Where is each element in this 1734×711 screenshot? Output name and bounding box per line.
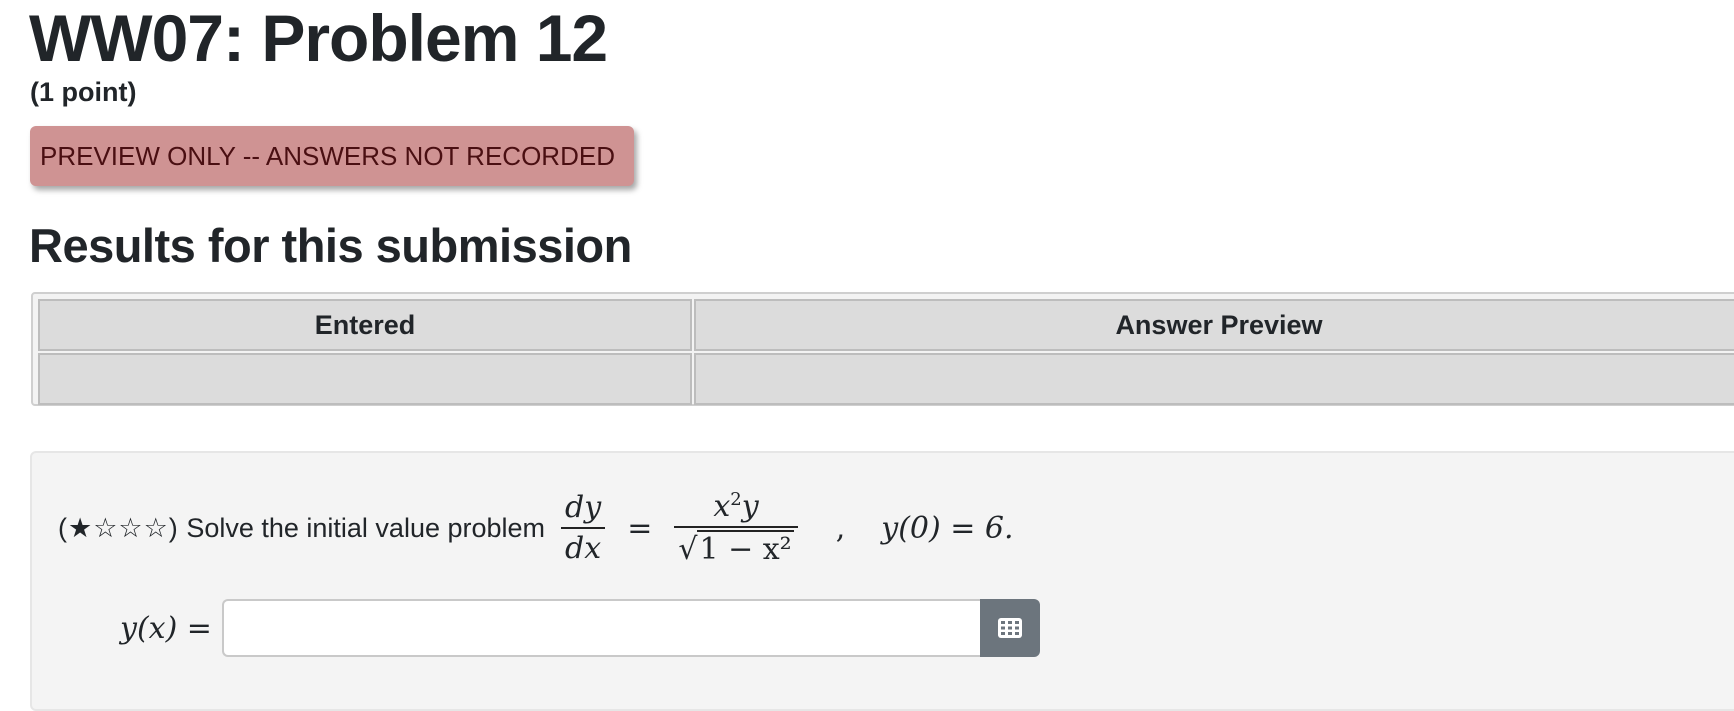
rhs-fraction: x2y √ 1 − x² xyxy=(674,489,798,567)
preview-only-banner: PREVIEW ONLY -- ANSWERS NOT RECORDED xyxy=(30,126,634,186)
answer-label: y(x) = xyxy=(120,610,212,646)
difficulty-stars: (★☆☆☆) xyxy=(58,512,179,543)
answer-preview-column-header: Answer Preview xyxy=(694,299,1734,351)
problem-points: (1 point) xyxy=(30,77,137,107)
differential-equation: dy dx = x2y √ 1 − x² , y(0) = 6. xyxy=(553,489,1014,567)
initial-condition: y(0) = 6. xyxy=(881,510,1014,546)
problem-statement: (★☆☆☆) Solve the initial value problem d… xyxy=(58,489,1014,567)
keyboard-icon xyxy=(997,618,1022,638)
separator-comma: , xyxy=(835,510,846,546)
problem-body: (★☆☆☆) Solve the initial value problem d… xyxy=(30,451,1734,711)
dx-denominator: dx xyxy=(565,531,602,566)
results-heading: Results for this submission xyxy=(29,219,632,272)
problem-title: WW07: Problem 12 xyxy=(29,1,608,75)
problem-prompt: Solve the initial value problem xyxy=(186,512,546,543)
rhs-denominator: √ 1 − x² xyxy=(678,530,794,567)
entered-column-header: Entered xyxy=(38,299,692,351)
answer-preview-cell xyxy=(694,353,1734,405)
results-header-row: Entered Answer Preview xyxy=(38,299,1734,351)
math-keyboard-button[interactable] xyxy=(979,599,1040,657)
results-row xyxy=(38,353,1734,405)
answer-input[interactable] xyxy=(221,599,980,657)
dy-dx-fraction: dy dx xyxy=(561,490,606,566)
dy-numerator: dy xyxy=(565,490,602,525)
equals-sign: = xyxy=(627,510,653,546)
answer-row: y(x) = xyxy=(120,599,1040,657)
entered-cell xyxy=(38,353,692,405)
rhs-numerator: x2y xyxy=(713,489,759,524)
results-table: Entered Answer Preview xyxy=(31,292,1734,406)
